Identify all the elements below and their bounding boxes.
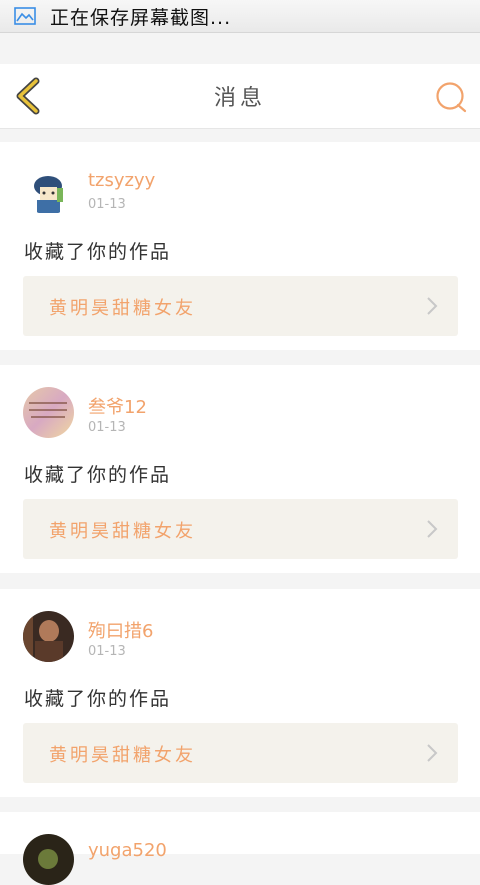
search-button[interactable] — [434, 80, 468, 114]
screenshot-icon — [14, 7, 36, 25]
username[interactable]: 叁爷12 — [88, 393, 147, 419]
message-text: 收藏了你的作品 — [24, 241, 172, 263]
message-text: 收藏了你的作品 — [24, 464, 172, 486]
chevron-right-icon — [427, 744, 438, 762]
message-text: 收藏了你的作品 — [24, 688, 172, 710]
search-icon — [436, 82, 467, 113]
chevron-right-icon — [427, 520, 438, 538]
status-bar: 正在保存屏幕截图... — [0, 0, 480, 33]
username[interactable]: 殉曰措6 — [88, 617, 153, 643]
date: 01-13 — [88, 420, 126, 435]
back-button[interactable] — [14, 77, 44, 115]
work-title: 黄明昊甜糖女友 — [49, 745, 196, 766]
date: 01-13 — [88, 644, 126, 659]
username[interactable]: tzsyzyy — [88, 170, 155, 191]
work-link[interactable]: 黄明昊甜糖女友 — [23, 499, 458, 559]
status-text: 正在保存屏幕截图... — [50, 6, 232, 29]
notification-card[interactable]: yuga520 — [0, 812, 480, 885]
back-arrow-icon — [16, 77, 40, 115]
notification-card[interactable]: tzsyzyy 01-13 收藏了你的作品 黄明昊甜糖女友 — [0, 142, 480, 350]
avatar[interactable] — [23, 611, 74, 662]
work-title: 黄明昊甜糖女友 — [49, 521, 196, 542]
date: 01-13 — [88, 197, 126, 212]
avatar[interactable] — [23, 834, 74, 885]
avatar[interactable] — [23, 387, 74, 438]
work-title: 黄明昊甜糖女友 — [49, 298, 196, 319]
navigation-bar: 消息 — [0, 64, 480, 129]
work-link[interactable]: 黄明昊甜糖女友 — [23, 276, 458, 336]
avatar[interactable] — [23, 164, 74, 215]
work-link[interactable]: 黄明昊甜糖女友 — [23, 723, 458, 783]
notification-card[interactable]: 殉曰措6 01-13 收藏了你的作品 黄明昊甜糖女友 — [0, 589, 480, 797]
notification-card[interactable]: 叁爷12 01-13 收藏了你的作品 黄明昊甜糖女友 — [0, 365, 480, 573]
username[interactable]: yuga520 — [88, 840, 167, 861]
page-title: 消息 — [213, 86, 266, 111]
chevron-right-icon — [427, 297, 438, 315]
